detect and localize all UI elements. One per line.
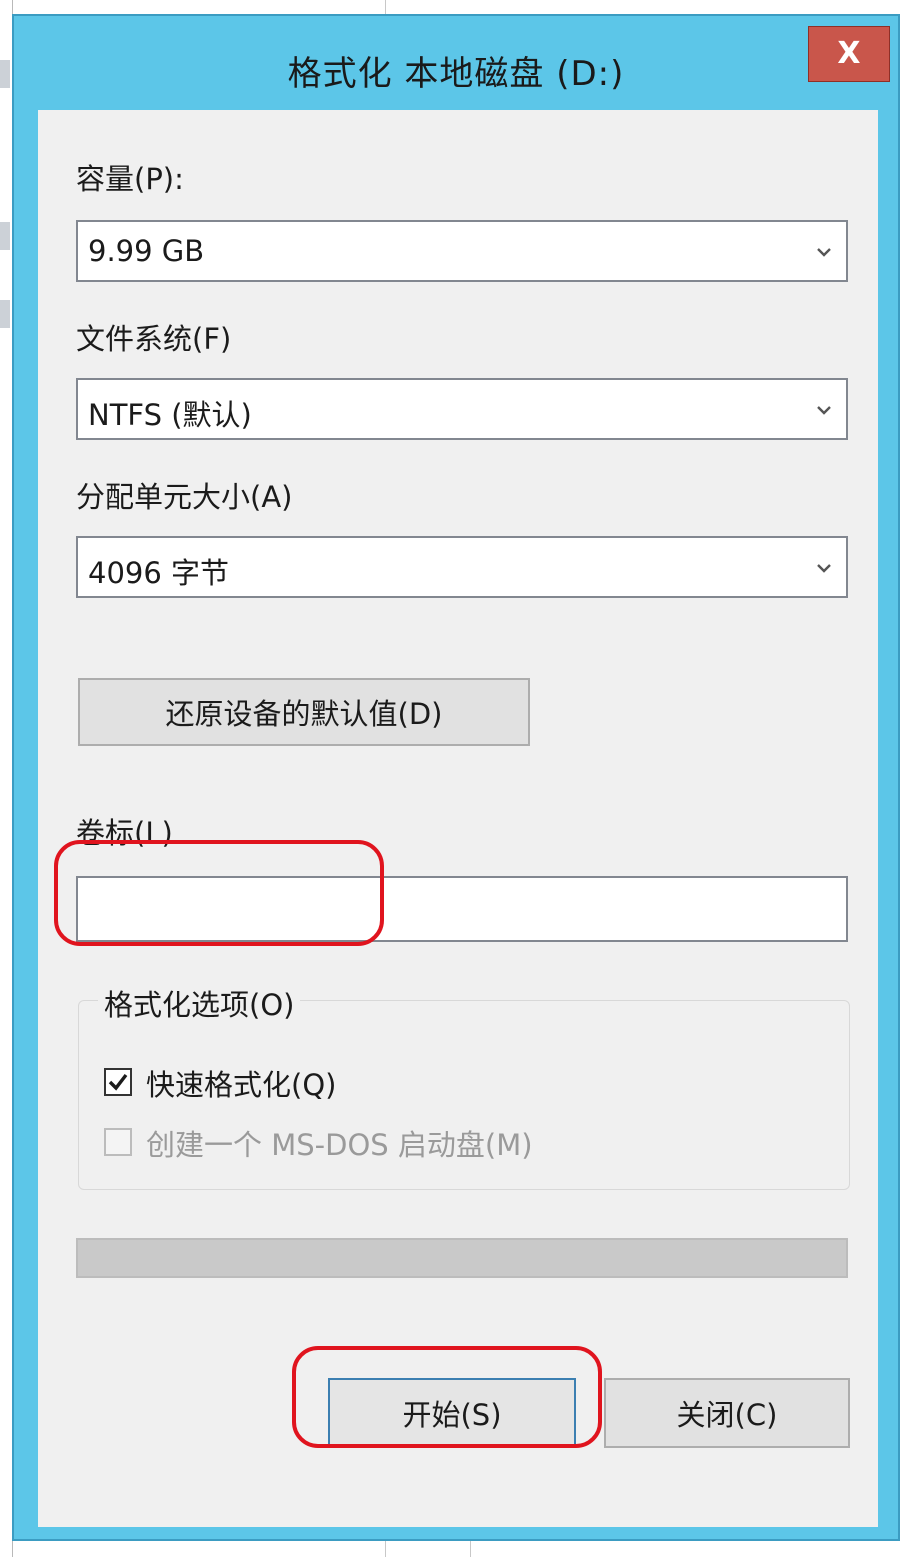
format-progress-bar <box>76 1238 848 1278</box>
close-icon: X <box>837 36 861 71</box>
format-options-title: 格式化选项(O) <box>98 982 301 1024</box>
volume-label-label: 卷标(L) <box>76 816 173 850</box>
capacity-value: 9.99 GB <box>88 234 205 268</box>
volume-label-input[interactable] <box>76 876 848 942</box>
background-mark <box>0 60 10 88</box>
format-dialog: 格式化 本地磁盘 (D:) X 容量(P): 9.99 GB 文件系统(F) N… <box>12 14 900 1541</box>
msdos-boot-label: 创建一个 MS-DOS 启动盘(M) <box>146 1128 533 1162</box>
allocation-label: 分配单元大小(A) <box>76 480 293 514</box>
chevron-down-icon <box>817 406 831 415</box>
filesystem-value: NTFS (默认) <box>88 398 252 432</box>
background-mark <box>0 222 10 250</box>
chevron-down-icon <box>817 564 831 573</box>
msdos-boot-checkbox[interactable] <box>104 1128 132 1156</box>
filesystem-label: 文件系统(F) <box>76 322 232 356</box>
background-divider <box>385 0 386 14</box>
capacity-dropdown[interactable]: 9.99 GB <box>76 220 848 282</box>
allocation-dropdown[interactable]: 4096 字节 <box>76 536 848 598</box>
background-divider <box>470 1541 471 1557</box>
start-button[interactable]: 开始(S) <box>328 1378 576 1448</box>
allocation-value: 4096 字节 <box>88 556 230 590</box>
close-window-button[interactable]: X <box>808 26 890 82</box>
dialog-title: 格式化 本地磁盘 (D:) <box>287 54 625 94</box>
filesystem-dropdown[interactable]: NTFS (默认) <box>76 378 848 440</box>
quick-format-label: 快速格式化(Q) <box>146 1068 337 1102</box>
dialog-body: 容量(P): 9.99 GB 文件系统(F) NTFS (默认) 分配单元大小(… <box>38 110 878 1527</box>
checkmark-icon <box>108 1073 128 1091</box>
chevron-down-icon <box>817 248 831 257</box>
quick-format-checkbox[interactable] <box>104 1068 132 1096</box>
close-button[interactable]: 关闭(C) <box>604 1378 850 1448</box>
capacity-label: 容量(P): <box>76 162 184 196</box>
background-mark <box>0 300 10 328</box>
restore-defaults-button[interactable]: 还原设备的默认值(D) <box>78 678 530 746</box>
background-divider <box>385 1541 386 1557</box>
